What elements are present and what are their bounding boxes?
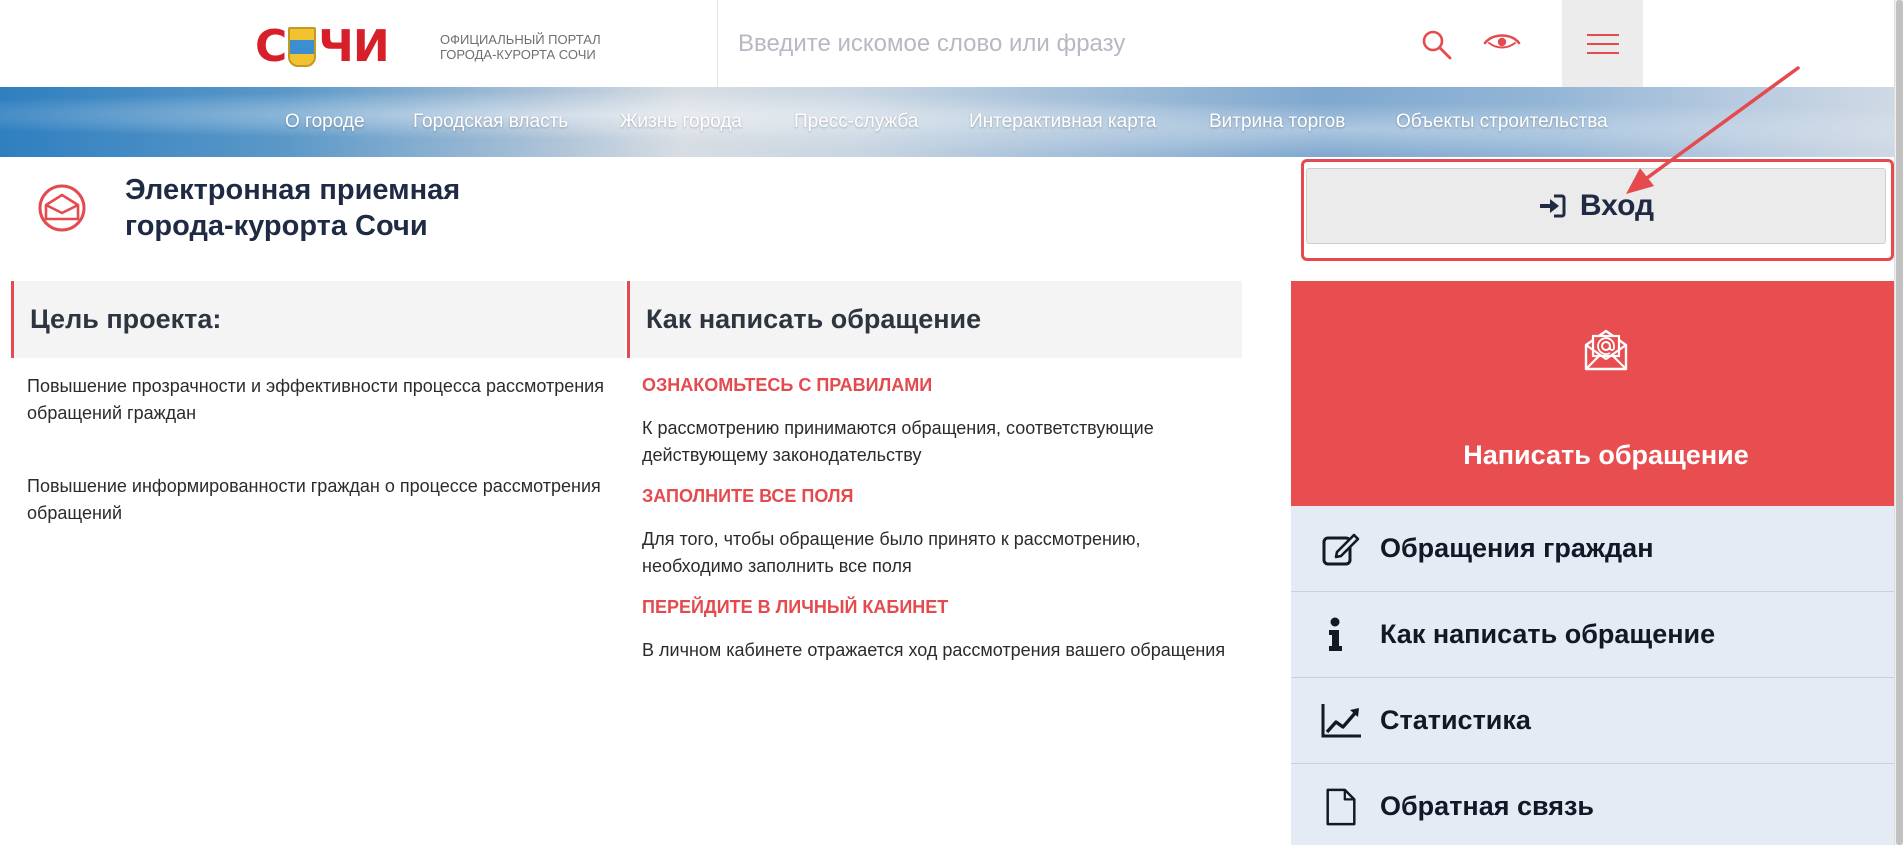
portal-caption: ОФИЦИАЛЬНЫЙ ПОРТАЛ ГОРОДА-КУРОРТА СОЧИ (440, 32, 630, 62)
goal-item-line1: Повышение информированности граждан о пр… (27, 476, 601, 496)
goal-heading: Цель проекта: (11, 281, 625, 358)
goal-item-line2: обращений граждан (27, 403, 197, 423)
step-text: В личном кабинете отражается ход рассмот… (642, 637, 1242, 664)
portal-caption-line1: ОФИЦИАЛЬНЫЙ ПОРТАЛ (440, 32, 601, 47)
hamburger-menu-icon (1586, 33, 1619, 54)
nav-item-about-city[interactable]: О городе (285, 111, 365, 133)
sidebar-item-label: Обращения граждан (1380, 533, 1654, 563)
step-text-line2: действующему законодательству (642, 445, 922, 465)
edit-icon (1322, 533, 1360, 566)
logo-letter-s: С (255, 21, 287, 72)
page-title-line2: города-курорта Сочи (125, 210, 428, 242)
sidebar-item-citizen-appeals[interactable]: Обращения граждан (1291, 506, 1894, 592)
eye-icon[interactable] (1483, 30, 1521, 56)
login-button[interactable]: Вход (1306, 168, 1886, 244)
nav-item-interactive-map[interactable]: Интерактивная карта (969, 111, 1156, 133)
nav-item-city-government[interactable]: Городская власть (413, 111, 568, 133)
sidebar-item-label: Обратная связь (1380, 791, 1595, 821)
login-label: Вход (1579, 189, 1655, 222)
sidebar-item-label: Как написать обращение (1380, 619, 1716, 649)
scrollbar-thumb[interactable] (1896, 0, 1903, 845)
sochi-logo[interactable]: С ЧИ (255, 22, 390, 72)
chart-line-icon (1321, 704, 1361, 738)
mail-at-icon (1584, 329, 1628, 371)
sidebar-item-label: Статистика (1380, 705, 1531, 735)
info-icon (1329, 617, 1342, 651)
main-navigation-band: О городе Городская власть Жизнь города П… (0, 87, 1894, 157)
hamburger-menu-button[interactable] (1562, 0, 1643, 87)
site-header: С ЧИ ОФИЦИАЛЬНЫЙ ПОРТАЛ ГОРОДА-КУРОРТА С… (0, 0, 1903, 87)
step-text-line1: Для того, чтобы обращение было принято к… (642, 529, 1141, 549)
nav-item-press-service[interactable]: Пресс-служба (794, 111, 918, 133)
goal-item: Повышение информированности граждан о пр… (27, 473, 617, 527)
write-appeal-label[interactable]: Написать обращение (1291, 440, 1903, 471)
nav-item-construction-objects[interactable]: Объекты строительства (1396, 111, 1608, 133)
write-appeal-card[interactable] (1291, 281, 1894, 506)
sidebar-item-feedback[interactable]: Обратная связь (1291, 764, 1894, 845)
page-scrollbar[interactable] (1894, 0, 1903, 845)
sign-in-icon (1539, 194, 1566, 218)
step-title-rules: ОЗНАКОМЬТЕСЬ С ПРАВИЛАМИ (642, 375, 933, 395)
step-text-line2: необходимо заполнить все поля (642, 556, 912, 576)
sidebar-item-statistics[interactable]: Статистика (1291, 678, 1894, 764)
page-title-line1: Электронная приемная (125, 174, 461, 206)
step-title-fill-fields: ЗАПОЛНИТЕ ВСЕ ПОЛЯ (642, 486, 854, 506)
goal-item-line2: обращений (27, 503, 123, 523)
step-text: К рассмотрению принимаются обращения, со… (642, 415, 1232, 469)
goal-item: Повышение прозрачности и эффективности п… (27, 373, 617, 427)
search-icon[interactable] (1420, 28, 1454, 62)
sidebar-menu: Обращения граждан Как написать обращение… (1291, 506, 1894, 845)
step-text-line1: В личном кабинете отражается ход рассмот… (642, 640, 1226, 660)
document-icon (1326, 788, 1356, 826)
page-title: Электронная приемная города-курорта Сочи (125, 172, 465, 244)
nav-item-city-life[interactable]: Жизнь города (620, 111, 742, 133)
crest-icon (288, 27, 317, 67)
how-to-write-heading: Как написать обращение (627, 281, 1242, 358)
page: С ЧИ ОФИЦИАЛЬНЫЙ ПОРТАЛ ГОРОДА-КУРОРТА С… (0, 0, 1903, 845)
sidebar-item-how-to-write[interactable]: Как написать обращение (1291, 592, 1894, 678)
search-input[interactable] (738, 24, 1378, 64)
logo-letters-chi: ЧИ (318, 21, 389, 72)
nav-item-trade-showcase[interactable]: Витрина торгов (1209, 111, 1345, 133)
goal-item-line1: Повышение прозрачности и эффективности п… (27, 376, 604, 396)
step-text-line1: К рассмотрению принимаются обращения, со… (642, 418, 1154, 438)
step-text: Для того, чтобы обращение было принято к… (642, 526, 1232, 580)
portal-caption-line2: ГОРОДА-КУРОРТА СОЧИ (440, 47, 596, 62)
main-nav: О городе Городская власть Жизнь города П… (0, 87, 1894, 157)
reception-envelope-icon (38, 184, 86, 232)
step-title-personal-cabinet: ПЕРЕЙДИТЕ В ЛИЧНЫЙ КАБИНЕТ (642, 597, 949, 617)
